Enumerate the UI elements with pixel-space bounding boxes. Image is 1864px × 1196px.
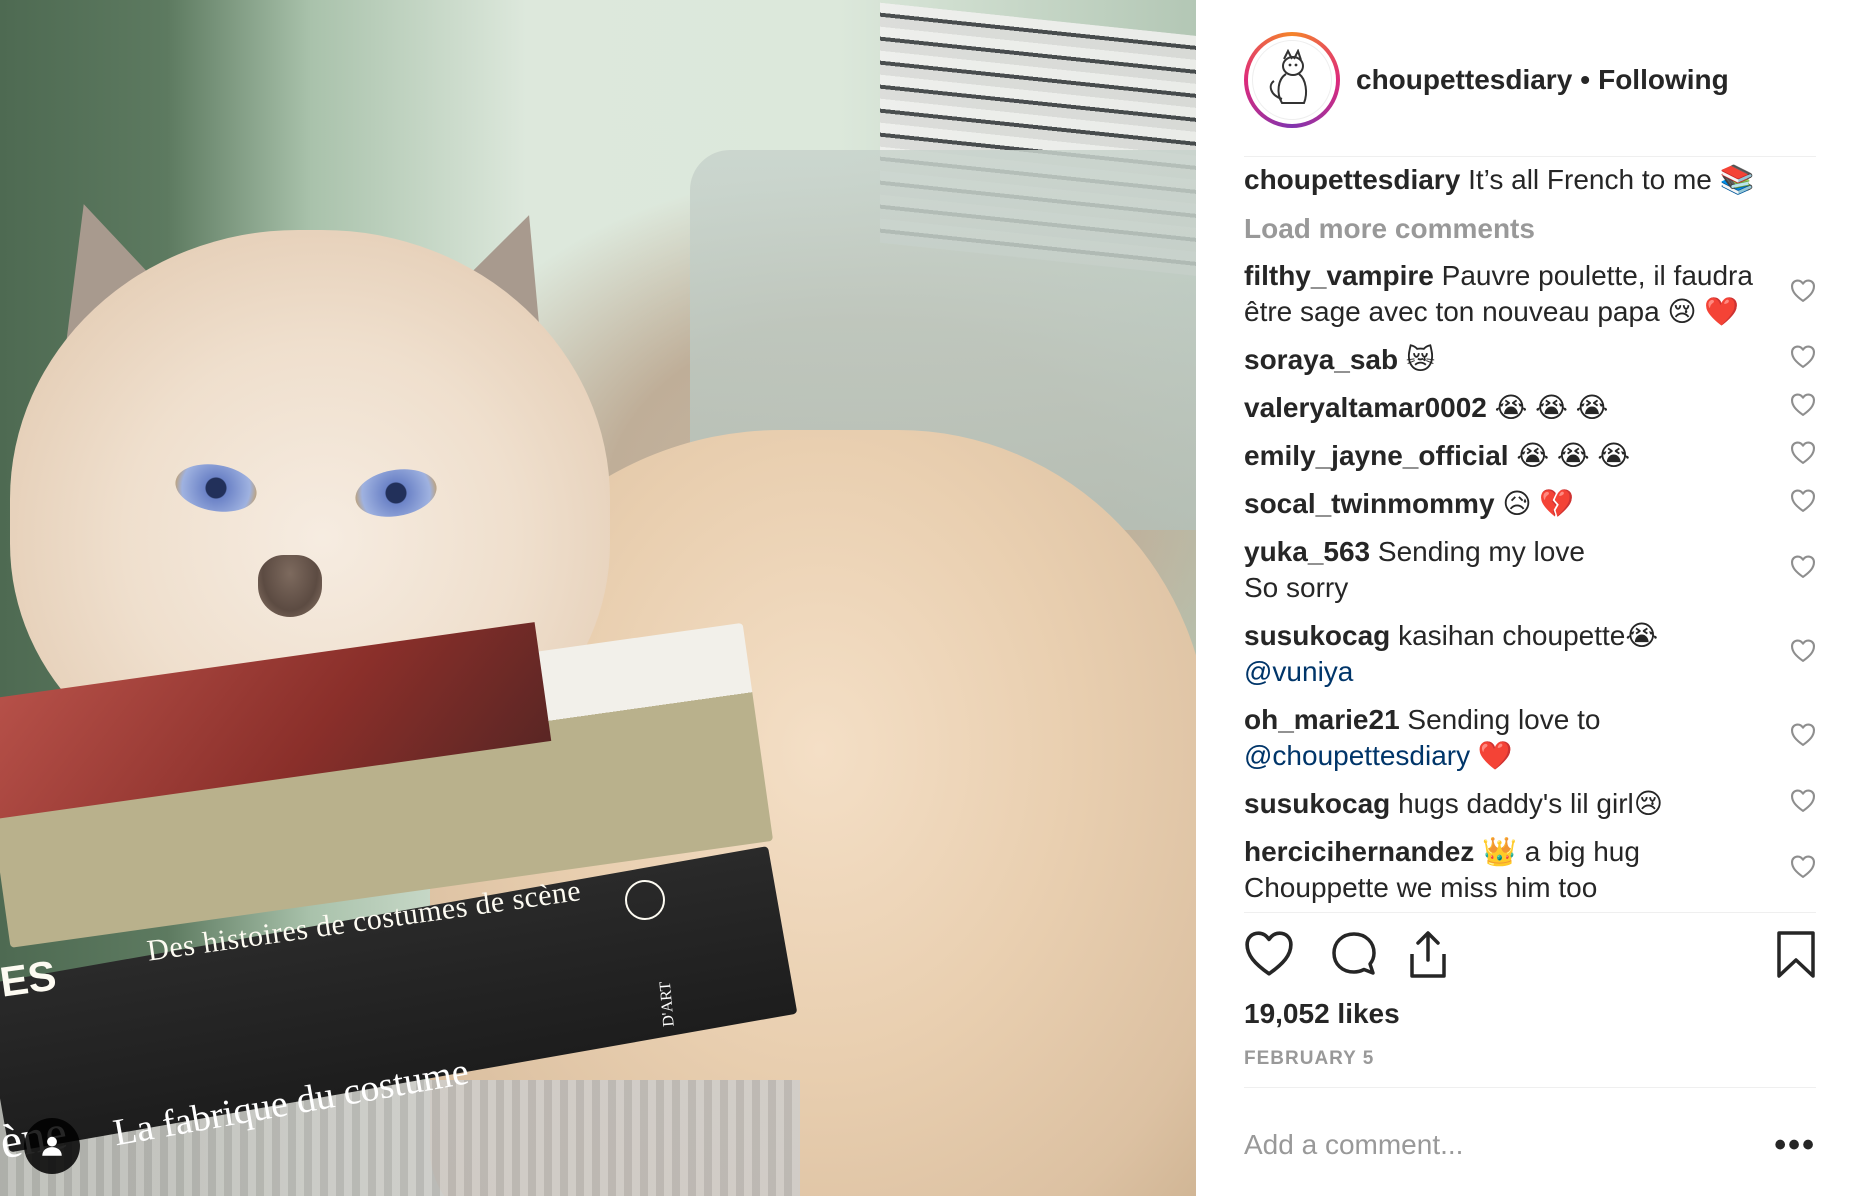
comment-button[interactable]: [1330, 930, 1378, 983]
comment-like-icon: [1791, 555, 1815, 578]
comment-like-icon: [1791, 789, 1815, 812]
book-publisher-mark: D'ART: [656, 980, 678, 1028]
comment-row: susukocag hugs daddy's lil girl😢: [1244, 786, 1816, 822]
book-logo-icon: [625, 880, 665, 920]
comment-like-button[interactable]: [1790, 636, 1816, 672]
load-more-comments-button[interactable]: Load more comments: [1244, 212, 1816, 246]
post-date[interactable]: FEBRUARY 5: [1244, 1048, 1374, 1070]
add-comment-input[interactable]: [1244, 1129, 1724, 1161]
comment-text: 😭 😭 😭: [1494, 392, 1609, 423]
bookmark-icon: [1777, 931, 1815, 978]
add-comment-bar: •••: [1244, 1125, 1816, 1165]
comment-like-icon: [1791, 441, 1815, 464]
comment-username-link[interactable]: soraya_sab: [1244, 344, 1398, 375]
comment-row: socal_twinmommy 😥 💔: [1244, 486, 1816, 522]
comment-like-button[interactable]: [1790, 342, 1816, 378]
comment-row: susukocag kasihan choupette😭 @vuniya: [1244, 618, 1816, 690]
comment-like-icon: [1791, 279, 1815, 302]
comment-text: 😥 💔: [1502, 488, 1575, 519]
share-button[interactable]: [1404, 930, 1452, 985]
comment-row: oh_marie21 Sending love to @choupettesdia…: [1244, 702, 1816, 774]
book-spine-text-1-left: ES: [0, 951, 59, 1006]
comment-like-icon: [1791, 639, 1815, 662]
comment-like-button[interactable]: [1790, 786, 1816, 822]
comment-like-icon: [1791, 393, 1815, 416]
comment-username-link[interactable]: hercicihernandez: [1244, 836, 1474, 867]
header-username-link[interactable]: choupettesdiary: [1356, 64, 1572, 96]
comment-row: filthy_vampire Pauvre poulette, il faudr…: [1244, 258, 1816, 330]
comment-like-icon: [1791, 345, 1815, 368]
cat-nose: [258, 555, 322, 617]
comment-username-link[interactable]: oh_marie21: [1244, 704, 1400, 735]
post-caption: choupettesdiary It’s all French to me 📚: [1244, 162, 1816, 198]
likes-count[interactable]: 19,052 likes: [1244, 998, 1400, 1030]
comment-like-button[interactable]: [1790, 438, 1816, 474]
comment-row: soraya_sab 😿: [1244, 342, 1816, 378]
comment-username-link[interactable]: susukocag: [1244, 620, 1390, 651]
post-actions-bar: [1244, 930, 1816, 982]
comment-text: 😿: [1405, 344, 1436, 375]
comment-like-button[interactable]: [1790, 390, 1816, 426]
comment-text: kasihan choupette😭: [1398, 620, 1659, 651]
user-tag-icon: [42, 1136, 62, 1156]
share-icon: [1410, 931, 1446, 978]
save-button[interactable]: [1776, 930, 1816, 985]
comment-username-link[interactable]: filthy_vampire: [1244, 260, 1434, 291]
comment-text: 😭 😭 😭: [1516, 440, 1631, 471]
comment-like-button[interactable]: [1790, 276, 1816, 312]
comments-list: choupettesdiary It’s all French to me 📚 …: [1244, 162, 1816, 906]
comment-row: emily_jayne_official 😭 😭 😭: [1244, 438, 1816, 474]
like-button[interactable]: [1244, 930, 1294, 983]
comment-row: hercicihernandez 👑 a big hug Chouppette …: [1244, 834, 1816, 906]
comment-row: valeryaltamar0002 😭 😭 😭: [1244, 390, 1816, 426]
comment-mention-link[interactable]: @vuniya: [1244, 656, 1353, 687]
comment-suffix: ❤️: [1477, 740, 1513, 771]
comment-username-link[interactable]: valeryaltamar0002: [1244, 392, 1487, 423]
caption-text: It’s all French to me 📚: [1468, 164, 1755, 195]
comment-like-button[interactable]: [1790, 486, 1816, 522]
comment-divider: [1244, 1087, 1816, 1088]
cat-avatar-icon: [1269, 49, 1308, 104]
comment-username-link[interactable]: socal_twinmommy: [1244, 488, 1495, 519]
actions-divider: [1244, 912, 1816, 913]
comment-like-button[interactable]: [1790, 852, 1816, 888]
header-divider: [1244, 156, 1816, 157]
comment-like-icon: [1791, 723, 1815, 746]
comment-bubble-icon: [1332, 932, 1376, 975]
caption-username-link[interactable]: choupettesdiary: [1244, 164, 1460, 195]
comment-text: hugs daddy's lil girl😢: [1398, 788, 1663, 819]
story-ring[interactable]: [1244, 32, 1340, 128]
more-options-button[interactable]: •••: [1774, 1128, 1816, 1162]
post-header: choupettesdiary • Following: [1244, 30, 1729, 130]
post-photo[interactable]: ES Des histoires de costumes de scène èn…: [0, 0, 1196, 1196]
following-button[interactable]: Following: [1598, 64, 1729, 96]
comment-username-link[interactable]: susukocag: [1244, 788, 1390, 819]
comment-like-icon: [1791, 489, 1815, 512]
comment-row: yuka_563 Sending my love So sorry: [1244, 534, 1816, 606]
user-tag-button[interactable]: [24, 1118, 80, 1174]
comment-username-link[interactable]: emily_jayne_official: [1244, 440, 1509, 471]
avatar[interactable]: [1252, 40, 1332, 120]
post-side-panel: choupettesdiary • Following choupettesdi…: [1196, 0, 1864, 1196]
comment-username-link[interactable]: yuka_563: [1244, 536, 1370, 567]
comment-like-button[interactable]: [1790, 720, 1816, 756]
comment-text: Sending love to: [1407, 704, 1601, 735]
comment-like-button[interactable]: [1790, 552, 1816, 588]
comment-like-icon: [1791, 855, 1815, 878]
comment-mention-link[interactable]: @choupettesdiary: [1244, 740, 1470, 771]
header-separator: •: [1580, 64, 1591, 95]
heart-icon: [1245, 931, 1293, 976]
